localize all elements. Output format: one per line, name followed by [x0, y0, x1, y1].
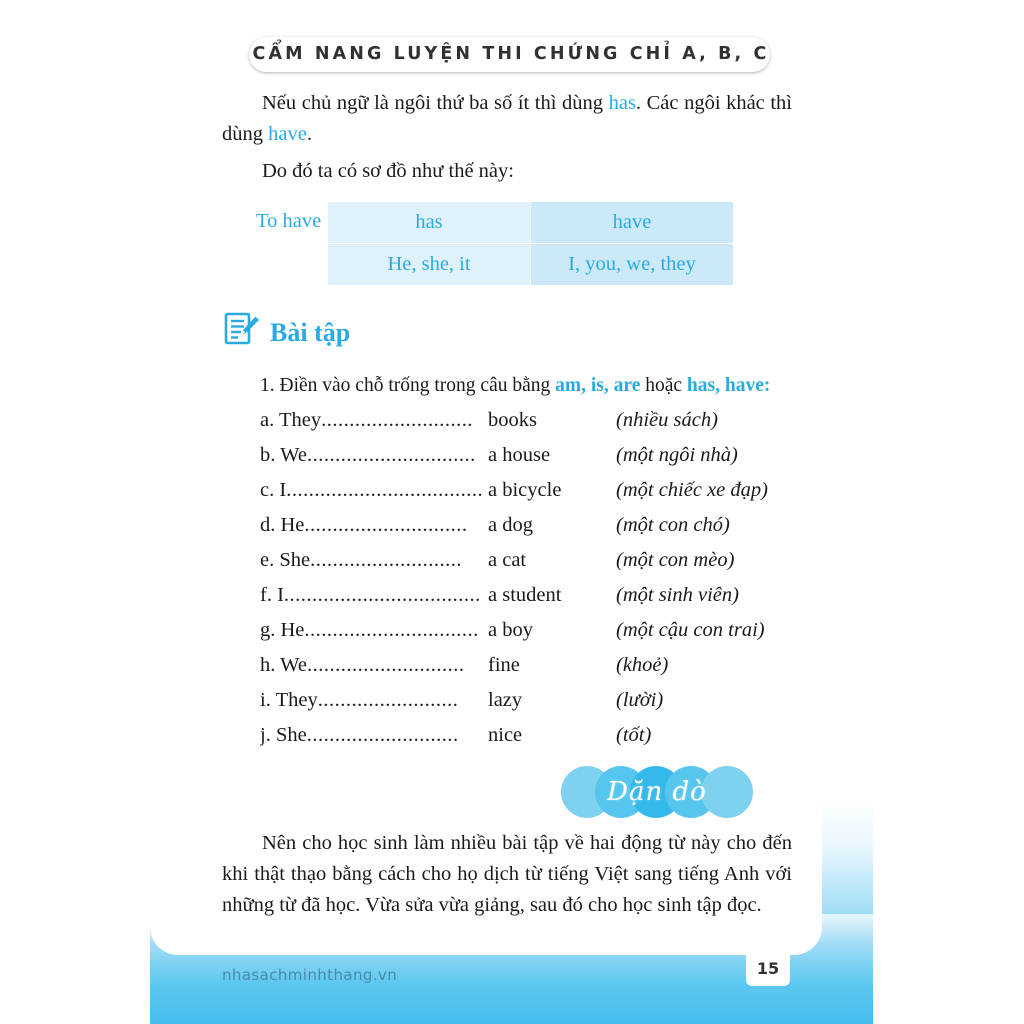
exercise-lead: e. She...........................	[260, 543, 488, 578]
book-sheet: CẨM NANG LUYỆN THI CHỨNG CHỈ A, B, C Nếu…	[150, 0, 873, 1024]
intro-paragraph-1: Nếu chủ ngữ là ngôi thứ ba số ít thì dùn…	[222, 88, 792, 150]
exercise-item-i: i. They......................... lazy (l…	[260, 683, 820, 718]
exercise-label: b. We	[260, 444, 307, 466]
exercises-heading-label: Bài tập	[270, 318, 351, 347]
exercise-item-g: g. He............................... a b…	[260, 613, 820, 648]
exercise-translation: (một chiếc xe đạp)	[616, 479, 768, 501]
exercise-lead: b. We..............................	[260, 438, 488, 473]
exercise-translation: (một sinh viên)	[616, 584, 739, 606]
exercise-lead: d. He.............................	[260, 508, 488, 543]
exercises-heading: Bài tập	[222, 310, 350, 350]
exercise-item-e: e. She........................... a cat …	[260, 543, 820, 578]
exercise-blank-dots: ...........................	[310, 549, 462, 571]
right-blue-edge	[822, 0, 873, 1024]
exercise-translation: (một ngôi nhà)	[616, 444, 738, 466]
exercise-blank-dots: ...........................	[306, 724, 459, 746]
exercise-item-a: a. They........................... books…	[260, 403, 820, 438]
exercise-blank-dots: ...................................	[283, 584, 481, 606]
exercise-lead: a. They...........................	[260, 403, 488, 438]
exercise-lead: j. She...........................	[260, 718, 488, 753]
exercise-blank-dots: ...............................	[304, 619, 479, 641]
to-have-table: has have He, she, it I, you, we, they	[327, 201, 734, 286]
exercise-blank-dots: ...........................	[321, 409, 473, 431]
exercise-label: a. They	[260, 409, 322, 431]
exercise-answer: nice	[488, 724, 523, 746]
exercise-answer: a house	[488, 444, 551, 466]
to-have-table-block: To have has have He, she, it I, you, we,…	[222, 201, 822, 286]
table-cell-he-she-it: He, she, it	[327, 243, 531, 286]
exercise-answer: a student	[488, 584, 562, 606]
intro-p1-highlight-has: has	[608, 92, 636, 114]
exercise-item-d: d. He............................. a dog…	[260, 508, 820, 543]
exercise-item-j: j. She........................... nice (…	[260, 718, 820, 753]
exercise-item-f: f. I................................... …	[260, 578, 820, 613]
exercise-lead: f. I...................................	[260, 578, 488, 613]
document-pencil-icon	[222, 310, 262, 350]
table-cell-i-you-we-they: I, you, we, they	[530, 243, 734, 286]
exercise-answer: a dog	[488, 514, 533, 536]
exercise-answer: a boy	[488, 619, 533, 641]
exercise-answer: a cat	[488, 549, 527, 571]
page-number-badge: 15	[746, 950, 790, 986]
question-prefix: 1. Điền vào chỗ trống trong câu bằng	[260, 375, 556, 396]
exercise-question: 1. Điền vào chỗ trống trong câu bằng am,…	[260, 368, 820, 403]
exercise-label: i. They	[260, 689, 318, 711]
table-cell-have: have	[530, 201, 734, 244]
book-title-text: CẨM NANG LUYỆN THI CHỨNG CHỈ A, B, C	[252, 43, 770, 64]
exercise-answer: fine	[488, 654, 520, 676]
exercise-label: f. I	[260, 584, 284, 606]
question-highlight-am-is-are: am, is, are	[555, 375, 641, 396]
exercise-blank-dots: ..............................	[306, 444, 476, 466]
intro-section: Nếu chủ ngữ là ngôi thứ ba số ít thì dùn…	[222, 88, 792, 193]
intro-p1-highlight-have: have	[268, 123, 307, 145]
exercise-answer: books	[488, 409, 537, 431]
exercise-lead: g. He...............................	[260, 613, 488, 648]
footer-website-url: nhasachminhthang.vn	[222, 966, 398, 984]
question-highlight-has-have: has, have:	[686, 375, 771, 396]
table-row: He, she, it I, you, we, they	[327, 243, 734, 286]
intro-paragraph-2: Do đó ta có sơ đồ như thế này:	[262, 160, 514, 182]
question-mid: hoặc	[640, 375, 687, 396]
exercise-blank-dots: .........................	[317, 689, 459, 711]
exercise-lead: h. We............................	[260, 648, 488, 683]
exercise-label: g. He	[260, 619, 305, 641]
exercise-translation: (một cậu con trai)	[616, 619, 765, 641]
intro-p1-part3: .	[306, 123, 312, 145]
exercise-label: h. We	[260, 654, 307, 676]
exercise-translation: (một con mèo)	[616, 549, 735, 571]
exercise-blank-dots: .............................	[304, 514, 468, 536]
exercise-lead: i. They.........................	[260, 683, 488, 718]
exercise-item-c: c. I................................... …	[260, 473, 820, 508]
exercise-answer: a bicycle	[488, 479, 562, 501]
exercise-translation: (lười)	[616, 689, 664, 711]
exercise-item-h: h. We............................ fine (…	[260, 648, 820, 683]
exercise-lead: c. I...................................	[260, 473, 488, 508]
closing-section: Nên cho học sinh làm nhiều bài tập về ha…	[222, 828, 792, 927]
exercise-translation: (một con chó)	[616, 514, 730, 536]
exercise-label: e. She	[260, 549, 311, 571]
exercise-label: c. I	[260, 479, 287, 501]
exercise-translation: (nhiều sách)	[616, 409, 718, 431]
intro-p1-part1: Nếu chủ ngữ là ngôi thứ ba số ít thì dùn…	[262, 92, 609, 114]
book-title-banner: CẨM NANG LUYỆN THI CHỨNG CHỈ A, B, C	[249, 37, 770, 72]
closing-paragraph: Nên cho học sinh làm nhiều bài tập về ha…	[222, 832, 792, 916]
dan-do-label: Dặn dò	[607, 777, 707, 807]
table-row: has have	[327, 201, 734, 244]
exercise-translation: (khoẻ)	[616, 654, 669, 676]
exercise-blank-dots: ...................................	[286, 479, 484, 501]
dan-do-badge: Dặn dò	[561, 766, 753, 818]
exercise-answer: lazy	[488, 689, 523, 711]
exercise-blank-dots: ............................	[306, 654, 465, 676]
exercise-label: d. He	[260, 514, 305, 536]
exercise-label: j. She	[260, 724, 307, 746]
book-page-screenshot: CẨM NANG LUYỆN THI CHỨNG CHỈ A, B, C Nếu…	[0, 0, 1024, 1024]
table-row-label: To have	[256, 210, 322, 232]
exercise-translation: (tốt)	[616, 724, 652, 746]
exercise-item-b: b. We.............................. a ho…	[260, 438, 820, 473]
exercise-list: 1. Điền vào chỗ trống trong câu bằng am,…	[260, 368, 820, 753]
table-cell-has: has	[327, 201, 531, 244]
